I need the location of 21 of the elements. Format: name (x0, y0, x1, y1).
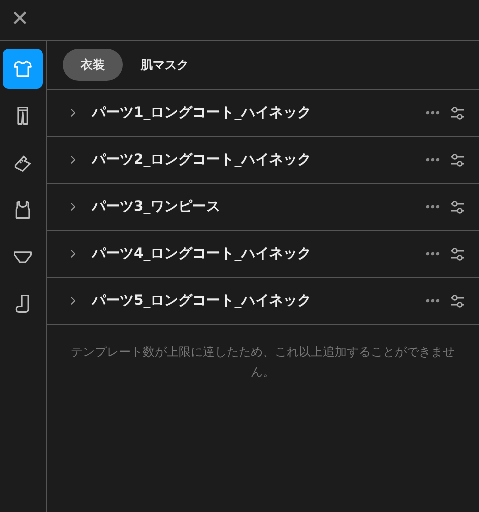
part-name: パーツ1_ロングコート_ハイネック (92, 104, 312, 122)
close-button[interactable]: ✕ (11, 9, 30, 31)
sidebar-item[interactable] (3, 49, 43, 89)
sliders-icon[interactable] (450, 106, 465, 120)
sliders-icon[interactable] (450, 248, 465, 260)
shirt-icon (12, 58, 34, 80)
part-name: パーツ4_ロングコート_ハイネック (92, 244, 312, 264)
part-name: パーツ3_ワンピース (92, 198, 221, 216)
more-icon[interactable] (426, 299, 440, 303)
sliders-icon[interactable] (450, 200, 465, 214)
notice-text: テンプレート数が上限に達したため、これ以上追加することができません。 (70, 344, 456, 381)
more-icon[interactable] (426, 252, 440, 256)
sliders-icon[interactable] (450, 294, 465, 308)
tab[interactable]: 衣装 (63, 49, 123, 81)
more-icon[interactable] (426, 158, 440, 162)
sliders-icon[interactable] (450, 154, 465, 166)
part-name: パーツ5_ロングコート_ハイネック (92, 292, 312, 310)
more-icon[interactable] (426, 205, 440, 209)
more-icon[interactable] (426, 111, 440, 115)
part-name: パーツ2_ロングコート_ハイネック (92, 150, 312, 170)
tab[interactable]: 肌マスク (129, 49, 201, 81)
